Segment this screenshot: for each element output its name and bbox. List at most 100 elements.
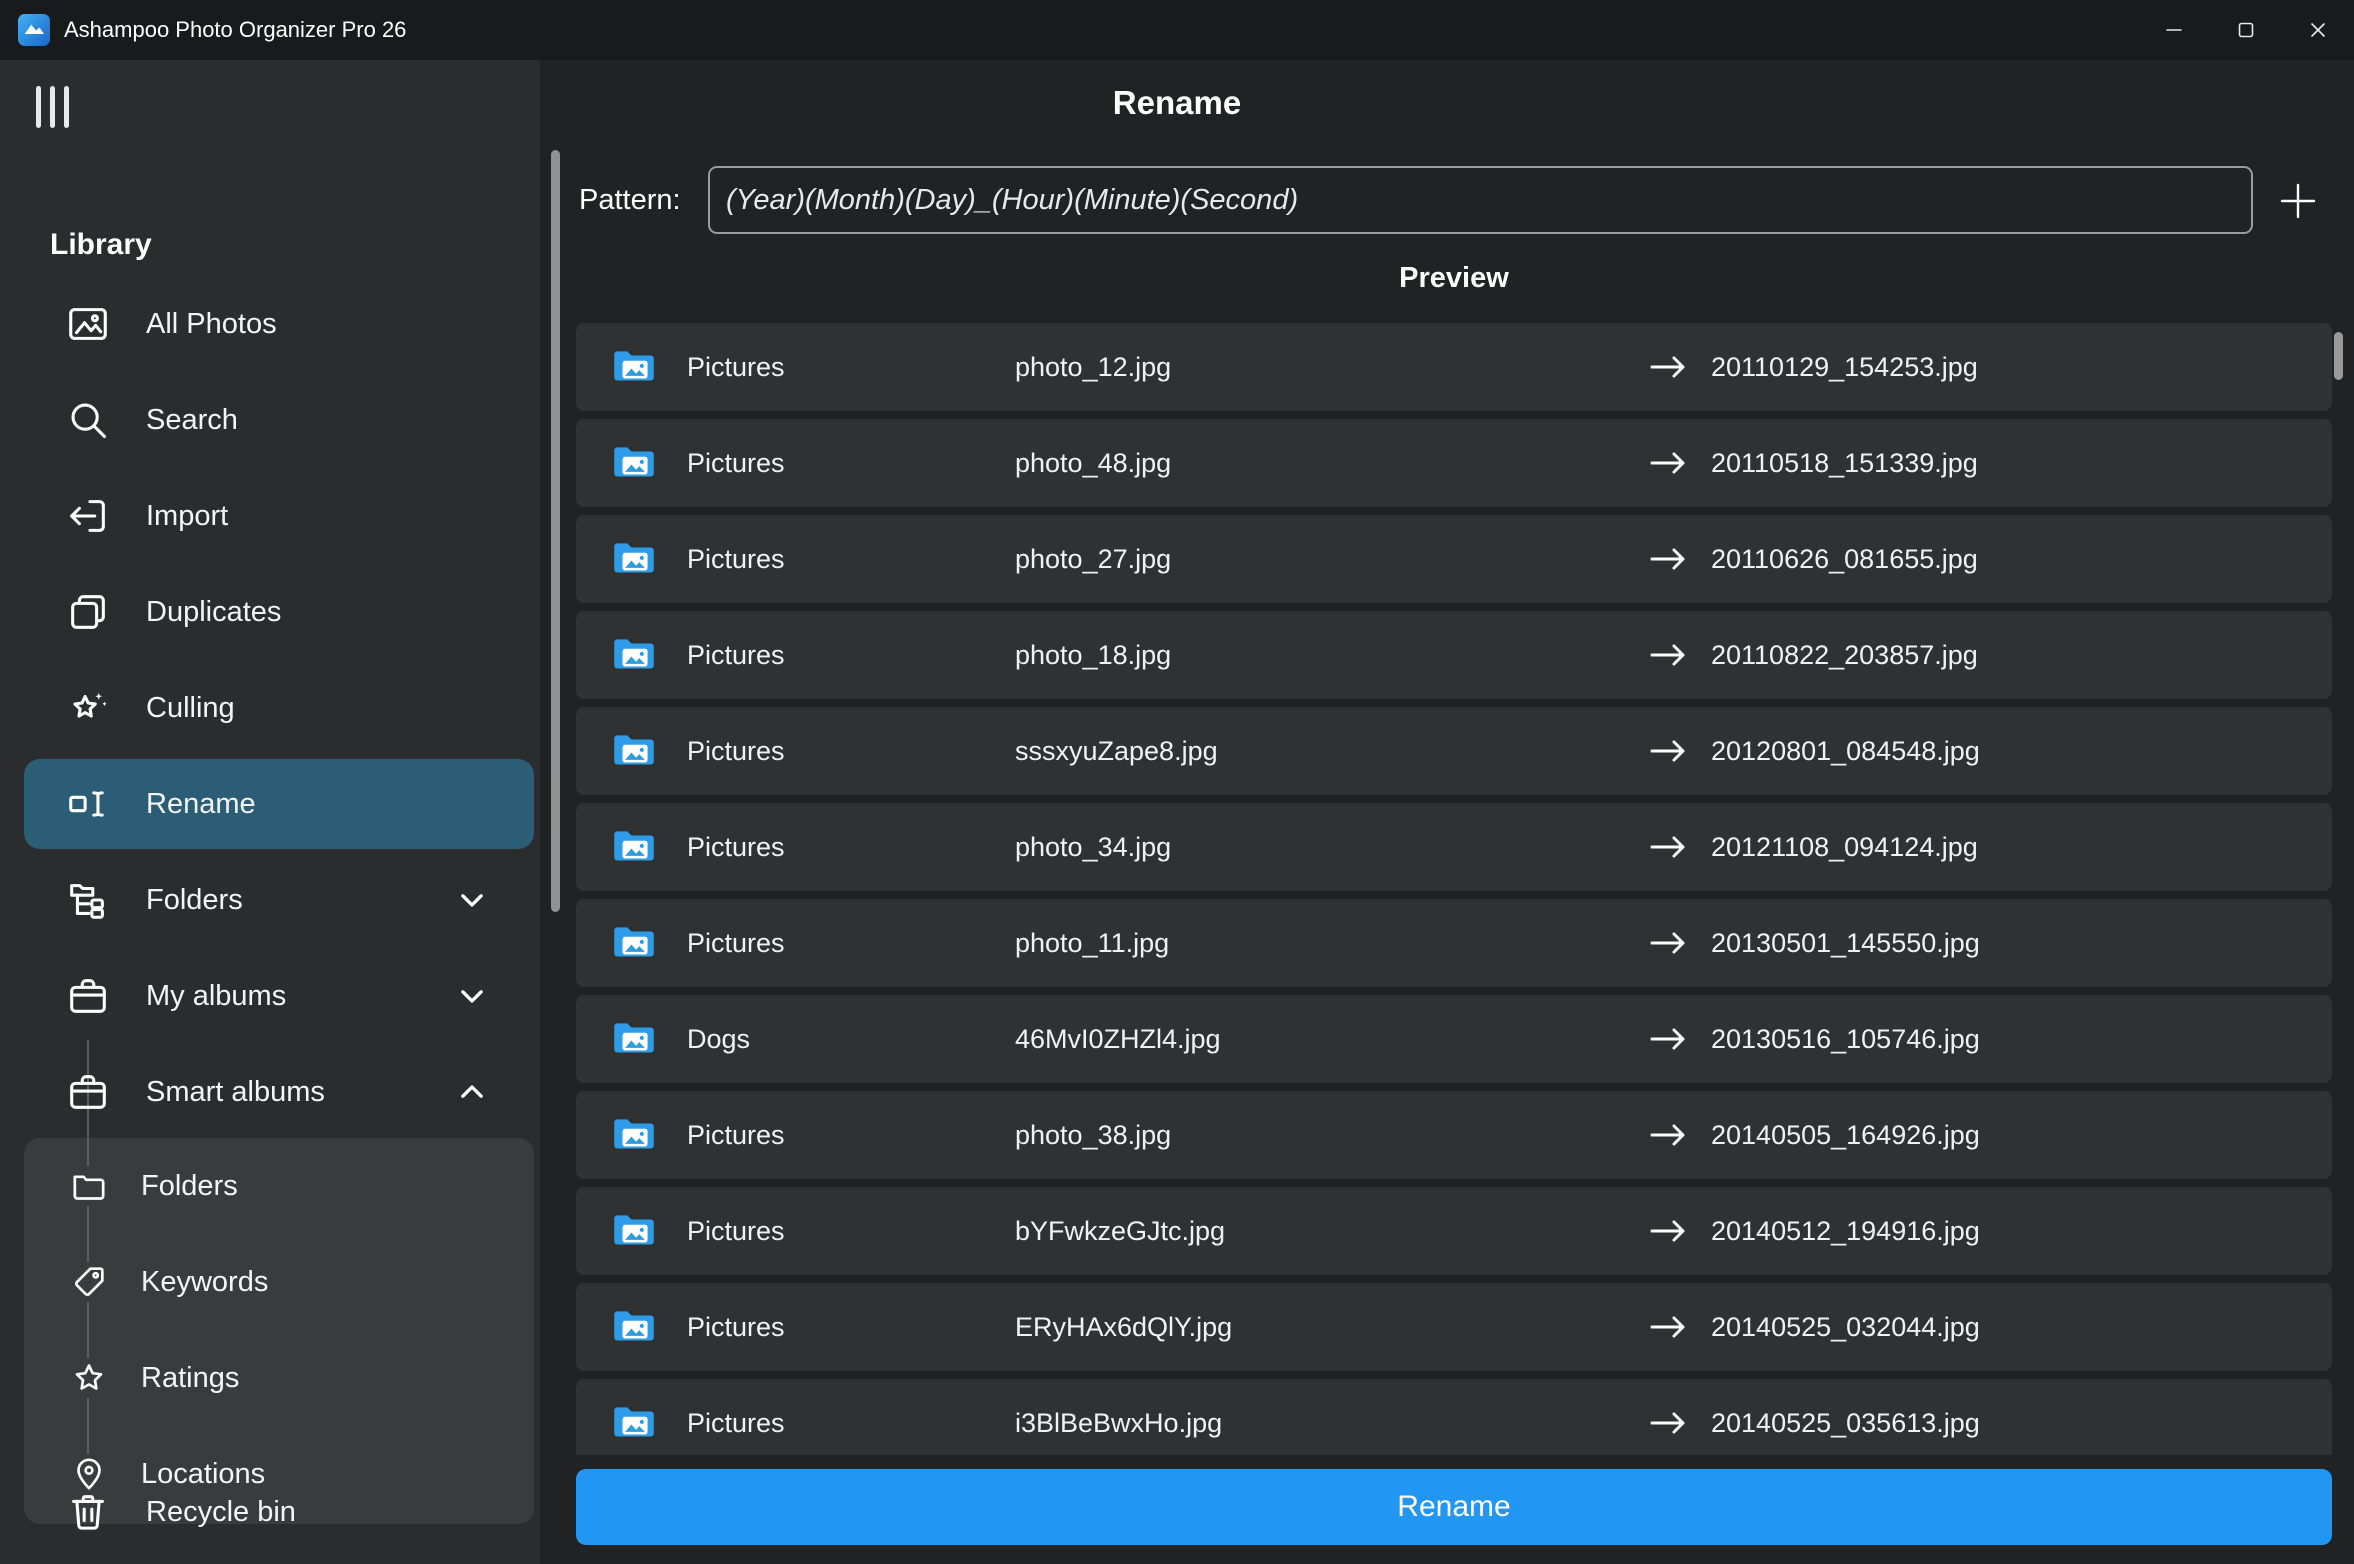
- row-renamed-filename: 20120801_084548.jpg: [1711, 736, 2332, 767]
- sidebar-item-all-photos[interactable]: All Photos: [0, 276, 540, 372]
- image-folder-icon: [609, 342, 659, 392]
- sidebar-scrollbar-thumb[interactable]: [551, 150, 560, 912]
- sidebar-item-my-albums[interactable]: My albums: [0, 948, 540, 1044]
- location-icon: [69, 1454, 109, 1494]
- album-icon: [65, 973, 111, 1019]
- library-heading: Library: [50, 228, 152, 262]
- preview-row[interactable]: Picturesphoto_34.jpg20121108_094124.jpg: [576, 803, 2332, 891]
- row-folder-name: Pictures: [687, 448, 1015, 479]
- arrow-right-icon: [1647, 1312, 1691, 1342]
- duplicates-icon: [65, 589, 111, 635]
- window-title: Ashampoo Photo Organizer Pro 26: [64, 17, 406, 43]
- row-original-filename: ERyHAx6dQlY.jpg: [1015, 1312, 1647, 1343]
- app-window: Ashampoo Photo Organizer Pro 26 Library …: [0, 0, 2354, 1564]
- arrow-right-icon: [1647, 544, 1691, 574]
- image-folder-icon: [609, 726, 659, 776]
- preview-list: Picturesphoto_12.jpg20110129_154253.jpgP…: [576, 323, 2332, 1455]
- sub-item-label: Folders: [141, 1170, 238, 1203]
- trash-icon: [65, 1489, 111, 1535]
- row-renamed-filename: 20130501_145550.jpg: [1711, 928, 2332, 959]
- sidebar-item-label: Search: [146, 404, 238, 437]
- pattern-label: Pattern:: [579, 184, 681, 217]
- preview-row[interactable]: Dogs46MvI0ZHZl4.jpg20130516_105746.jpg: [576, 995, 2332, 1083]
- row-original-filename: sssxyuZape8.jpg: [1015, 736, 1647, 767]
- row-original-filename: photo_27.jpg: [1015, 544, 1647, 575]
- folder-tree-icon: [65, 877, 111, 923]
- row-original-filename: photo_38.jpg: [1015, 1120, 1647, 1151]
- sidebar: Library All Photos Search Import Duplicates…: [0, 60, 540, 1564]
- preview-row[interactable]: Picturesphoto_11.jpg 20130501_145550.jpg: [576, 899, 2332, 987]
- chevron-down-icon[interactable]: [452, 976, 492, 1016]
- row-folder-name: Pictures: [687, 544, 1015, 575]
- culling-icon: [65, 685, 111, 731]
- sidebar-item-label: Import: [146, 500, 228, 533]
- image-folder-icon: [609, 438, 659, 488]
- add-pattern-button[interactable]: [2276, 179, 2320, 223]
- row-original-filename: photo_34.jpg: [1015, 832, 1647, 863]
- row-renamed-filename: 20140505_164926.jpg: [1711, 1120, 2332, 1151]
- row-renamed-filename: 20140512_194916.jpg: [1711, 1216, 2332, 1247]
- row-original-filename: photo_11.jpg: [1015, 928, 1647, 959]
- rename-button[interactable]: Rename: [576, 1469, 2332, 1545]
- row-folder-name: Pictures: [687, 928, 1015, 959]
- sidebar-item-label: Culling: [146, 692, 235, 725]
- chevron-up-icon[interactable]: [452, 1072, 492, 1112]
- tag-icon: [69, 1262, 109, 1302]
- arrow-right-icon: [1647, 1120, 1691, 1150]
- preview-row[interactable]: Picturesphoto_38.jpg20140505_164926.jpg: [576, 1091, 2332, 1179]
- row-renamed-filename: 20110129_154253.jpg: [1711, 352, 2332, 383]
- row-original-filename: photo_12.jpg: [1015, 352, 1647, 383]
- preview-row[interactable]: PicturessssxyuZape8.jpg 20120801_084548.j…: [576, 707, 2332, 795]
- row-original-filename: photo_48.jpg: [1015, 448, 1647, 479]
- sidebar-item-folders[interactable]: Folders: [0, 852, 540, 948]
- preview-row[interactable]: PicturesbYFwkzeGJtc.jpg 20140512_194916.j…: [576, 1187, 2332, 1275]
- minimize-button[interactable]: [2138, 0, 2210, 60]
- rename-icon: [65, 781, 111, 827]
- preview-row[interactable]: Picturesphoto_18.jpg20110822_203857.jpg: [576, 611, 2332, 699]
- pattern-input[interactable]: (Year)(Month)(Day)_(Hour)(Minute)(Second…: [708, 166, 2253, 234]
- preview-row[interactable]: Picturesphoto_48.jpg 20110518_151339.jpg: [576, 419, 2332, 507]
- sidebar-item-label: Smart albums: [146, 1076, 325, 1109]
- arrow-right-icon: [1647, 1216, 1691, 1246]
- image-folder-icon: [609, 1014, 659, 1064]
- preview-row[interactable]: Picturesi3BlBeBwxHo.jpg20140525_035613.j…: [576, 1379, 2332, 1455]
- preview-row[interactable]: Picturesphoto_27.jpg 20110626_081655.jpg: [576, 515, 2332, 603]
- preview-row[interactable]: PicturesERyHAx6dQlY.jpg20140525_032044.j…: [576, 1283, 2332, 1371]
- sidebar-item-rename[interactable]: Rename: [0, 756, 540, 852]
- pattern-value: (Year)(Month)(Day)_(Hour)(Minute)(Second…: [726, 184, 1298, 217]
- import-icon: [65, 493, 111, 539]
- app-logo-icon: [18, 14, 50, 46]
- sidebar-item-duplicates[interactable]: Duplicates: [0, 564, 540, 660]
- sub-item-label: Locations: [141, 1458, 265, 1491]
- chevron-down-icon[interactable]: [452, 880, 492, 920]
- row-folder-name: Pictures: [687, 832, 1015, 863]
- close-button[interactable]: [2282, 0, 2354, 60]
- image-folder-icon: [609, 1110, 659, 1160]
- row-folder-name: Pictures: [687, 736, 1015, 767]
- row-folder-name: Pictures: [687, 352, 1015, 383]
- sidebar-item-culling[interactable]: Culling: [0, 660, 540, 756]
- sidebar-item-smart-albums[interactable]: Smart albums: [0, 1044, 540, 1140]
- sidebar-item-label: Folders: [146, 884, 243, 917]
- sidebar-item-import[interactable]: Import: [0, 468, 540, 564]
- row-folder-name: Pictures: [687, 1216, 1015, 1247]
- album-icon: [65, 1069, 111, 1115]
- smart-albums-item-folders[interactable]: Folders: [24, 1138, 534, 1234]
- image-folder-icon: [609, 1398, 659, 1448]
- row-renamed-filename: 20110518_151339.jpg: [1711, 448, 2332, 479]
- preview-row[interactable]: Picturesphoto_12.jpg 20110129_154253.jpg: [576, 323, 2332, 411]
- maximize-button[interactable]: [2210, 0, 2282, 60]
- sidebar-item-search[interactable]: Search: [0, 372, 540, 468]
- smart-albums-item-ratings[interactable]: Ratings: [24, 1330, 534, 1426]
- sidebar-item-label: Rename: [146, 788, 256, 821]
- image-folder-icon: [609, 822, 659, 872]
- row-renamed-filename: 20140525_035613.jpg: [1711, 1408, 2332, 1439]
- row-original-filename: bYFwkzeGJtc.jpg: [1015, 1216, 1647, 1247]
- row-renamed-filename: 20130516_105746.jpg: [1711, 1024, 2332, 1055]
- smart-albums-item-keywords[interactable]: Keywords: [24, 1234, 534, 1330]
- recycle-bin-label: Recycle bin: [146, 1496, 296, 1529]
- row-renamed-filename: 20110626_081655.jpg: [1711, 544, 2332, 575]
- row-renamed-filename: 20140525_032044.jpg: [1711, 1312, 2332, 1343]
- row-original-filename: 46MvI0ZHZl4.jpg: [1015, 1024, 1647, 1055]
- list-scrollbar-thumb[interactable]: [2334, 332, 2343, 380]
